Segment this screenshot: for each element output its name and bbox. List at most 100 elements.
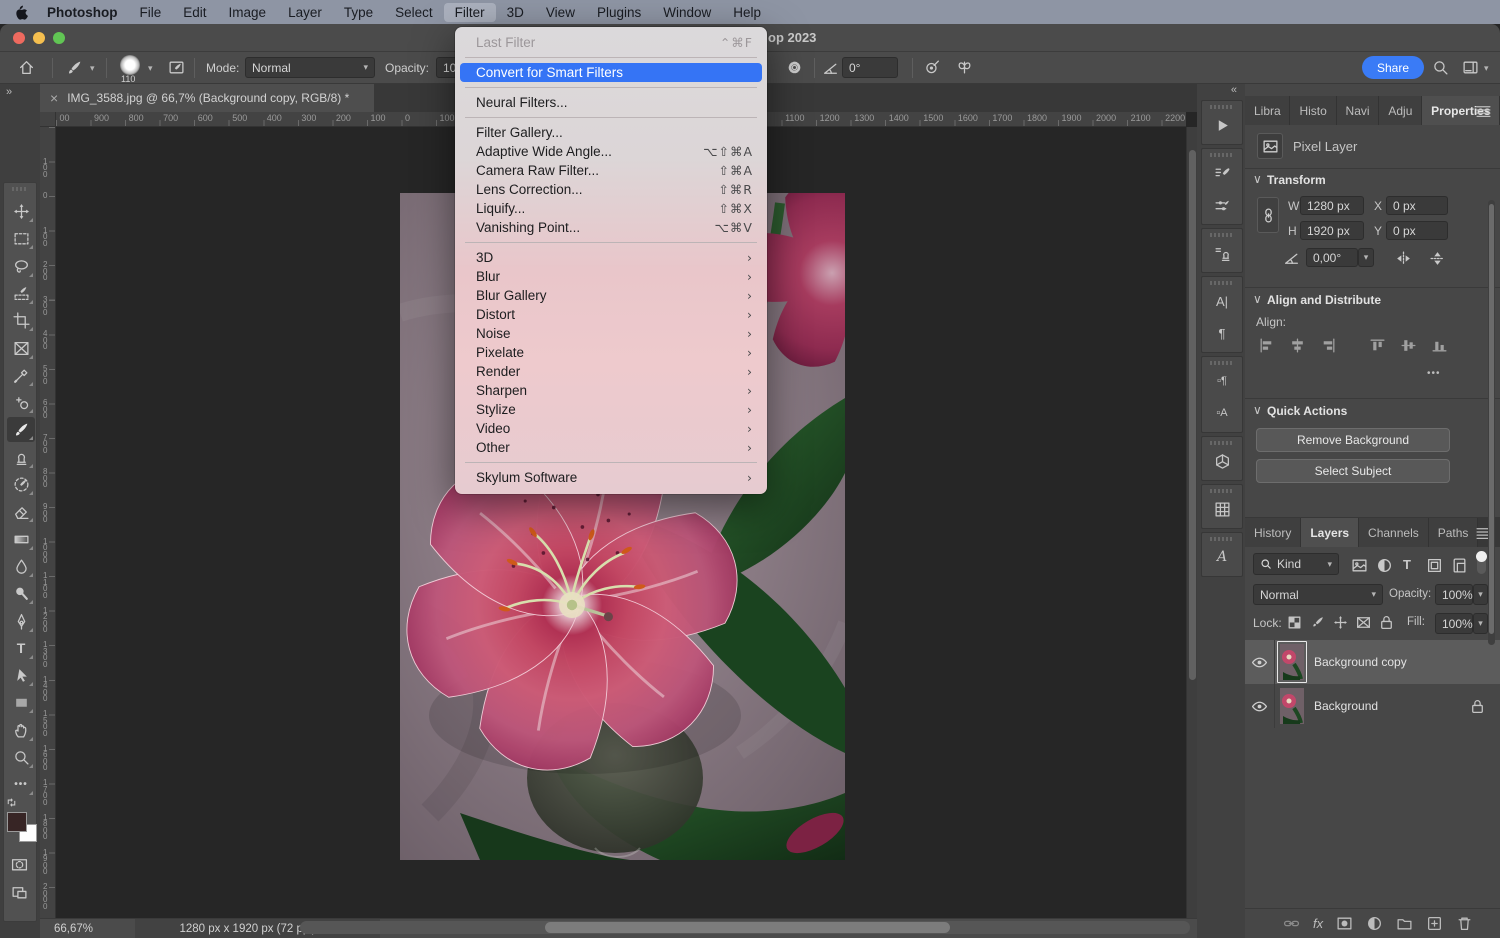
filter-toggle[interactable] (1477, 553, 1486, 574)
opacity-dropdown[interactable]: ▾ (1473, 584, 1488, 605)
gear-icon[interactable] (786, 59, 803, 76)
panel-icon-pattern-preview[interactable] (1202, 493, 1242, 525)
vertical-scrollbar[interactable] (1186, 127, 1197, 918)
scrollbar-thumb[interactable] (1189, 150, 1196, 680)
lock-transparency-icon[interactable] (1285, 614, 1304, 631)
angle-dropdown[interactable]: ▾ (1358, 248, 1374, 267)
menu-item-vanishing-point[interactable]: Vanishing Point...⌥⌘V (455, 218, 767, 237)
panel-icon-glyphs[interactable]: A (1202, 541, 1242, 573)
layer-thumbnail[interactable] (1280, 688, 1304, 724)
tool-history-brush[interactable] (7, 472, 35, 497)
lock-position-icon[interactable] (1331, 614, 1350, 631)
expand-panel-icon[interactable]: » (6, 86, 12, 98)
new-layer-icon[interactable] (1426, 915, 1443, 933)
tool-gradient[interactable] (7, 527, 35, 552)
tool-path-selection[interactable] (7, 663, 35, 688)
flip-vertical-icon[interactable] (1429, 250, 1446, 267)
delete-layer-icon[interactable] (1456, 915, 1473, 933)
paint-symmetry-icon[interactable] (956, 59, 973, 76)
menu-item-sharpen[interactable]: Sharpen› (455, 381, 767, 400)
layer-row[interactable]: Background copy (1245, 640, 1500, 684)
menu-item-3d[interactable]: 3D› (455, 248, 767, 267)
rotate-angle-field[interactable]: 0,00° (1306, 248, 1358, 267)
align-section-title[interactable]: Align and Distribute (1267, 293, 1381, 307)
tool-type[interactable]: T (7, 636, 35, 661)
lock-pixels-icon[interactable] (1308, 614, 1327, 631)
tab-layers[interactable]: Layers (1301, 518, 1359, 547)
foreground-color-swatch[interactable] (7, 812, 27, 832)
tool-clone-stamp[interactable] (7, 445, 35, 470)
filter-smart-objects-icon[interactable] (1451, 557, 1468, 574)
tool-blur[interactable] (7, 554, 35, 579)
link-dimensions-icon[interactable] (1257, 197, 1279, 233)
menubar-item-select[interactable]: Select (384, 3, 444, 22)
menubar-item-type[interactable]: Type (333, 3, 384, 22)
brush-preview[interactable] (120, 55, 140, 75)
new-group-icon[interactable] (1396, 915, 1413, 933)
visibility-eye-icon[interactable] (1245, 640, 1275, 684)
menubar-item-3d[interactable]: 3D (496, 3, 535, 22)
tool-edit-toolbar[interactable]: ••• (7, 772, 35, 797)
apple-icon[interactable] (0, 4, 30, 21)
menubar-item-layer[interactable]: Layer (277, 3, 333, 22)
panel-icon-clone-source[interactable] (1202, 237, 1242, 269)
tool-dodge[interactable] (7, 581, 35, 606)
menu-item-lens-correction[interactable]: Lens Correction...⇧⌘R (455, 180, 767, 199)
align-bottom-icon[interactable] (1429, 335, 1449, 355)
chevron-down-icon[interactable]: ▾ (90, 63, 95, 74)
disclosure-icon[interactable]: ∨ (1253, 403, 1262, 417)
link-layers-icon[interactable] (1283, 915, 1300, 933)
kind-filter-select[interactable]: Kind ▾ (1253, 553, 1339, 575)
share-button[interactable]: Share (1362, 56, 1424, 79)
window-close-button[interactable] (13, 32, 25, 44)
tool-zoom[interactable] (7, 745, 35, 770)
tab-navi[interactable]: Navi (1337, 96, 1380, 125)
menu-item-adaptive-wide-angle[interactable]: Adaptive Wide Angle...⌥⇧⌘A (455, 142, 767, 161)
panel-icon-paragraph[interactable]: ¶ (1202, 317, 1242, 349)
lock-artboard-icon[interactable] (1354, 614, 1373, 631)
brush-angle-field[interactable]: 0° (842, 57, 898, 78)
menu-item-stylize[interactable]: Stylize› (455, 400, 767, 419)
align-left-icon[interactable] (1256, 335, 1276, 355)
disclosure-icon[interactable]: ∨ (1253, 172, 1262, 186)
tool-object-selection[interactable] (7, 281, 35, 306)
adjustment-layer-icon[interactable] (1366, 915, 1383, 933)
tool-spot-healing[interactable] (7, 390, 35, 415)
transform-section-title[interactable]: Transform (1267, 173, 1326, 187)
layer-opacity-field[interactable]: 100% (1435, 584, 1473, 605)
menu-item-blur[interactable]: Blur› (455, 267, 767, 286)
panel-icon-paragraph-styles[interactable]: ▫¶ (1202, 365, 1242, 397)
menu-item-liquify[interactable]: Liquify...⇧⌘X (455, 199, 767, 218)
layer-thumbnail[interactable] (1280, 644, 1304, 680)
tab-paths[interactable]: Paths (1429, 518, 1479, 547)
scrollbar-thumb[interactable] (1489, 204, 1494, 634)
menubar-item-file[interactable]: File (129, 3, 173, 22)
menubar-item-view[interactable]: View (535, 3, 586, 22)
menu-item-pixelate[interactable]: Pixelate› (455, 343, 767, 362)
tool-lasso[interactable] (7, 254, 35, 279)
close-icon[interactable]: × (50, 90, 58, 106)
width-field[interactable]: 1280 px (1300, 196, 1364, 215)
menu-item-distort[interactable]: Distort› (455, 305, 767, 324)
align-right-icon[interactable] (1318, 335, 1338, 355)
menu-item-neural-filters[interactable]: Neural Filters... (455, 93, 767, 112)
filter-pixel-layers-icon[interactable] (1351, 557, 1368, 574)
tool-eyedropper[interactable] (7, 363, 35, 388)
menu-item-skylum-software[interactable]: Skylum Software› (455, 468, 767, 487)
tool-eraser[interactable] (7, 499, 35, 524)
filter-shape-layers-icon[interactable] (1426, 557, 1443, 574)
quick-actions-title[interactable]: Quick Actions (1267, 404, 1347, 418)
layer-row[interactable]: Background (1245, 684, 1500, 728)
disclosure-icon[interactable]: ∨ (1253, 292, 1262, 306)
airbrush-icon[interactable] (924, 59, 941, 76)
tab-libra[interactable]: Libra (1245, 96, 1290, 125)
document-tab[interactable]: × IMG_3588.jpg @ 66,7% (Background copy,… (40, 84, 374, 112)
menubar-item-plugins[interactable]: Plugins (586, 3, 652, 22)
select-subject-button[interactable]: Select Subject (1256, 459, 1450, 483)
y-field[interactable]: 0 px (1386, 221, 1448, 240)
menu-item-filter-gallery[interactable]: Filter Gallery... (455, 123, 767, 142)
menu-item-blur-gallery[interactable]: Blur Gallery› (455, 286, 767, 305)
more-options-icon[interactable]: ••• (1427, 368, 1441, 379)
tab-histo[interactable]: Histo (1290, 96, 1336, 125)
brush-tool-icon[interactable] (66, 59, 83, 76)
